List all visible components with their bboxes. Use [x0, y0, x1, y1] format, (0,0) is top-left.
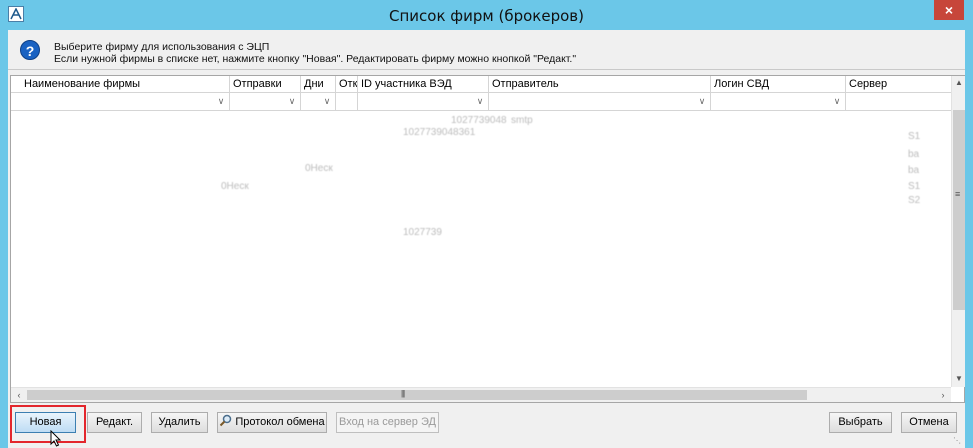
button-bar: Новая Редакт. Удалить Протокол обмена Вх…	[8, 405, 965, 448]
protocol-button[interactable]: Протокол обмена	[217, 412, 327, 433]
column-header-sender[interactable]: Отправитель	[489, 76, 711, 93]
blurred-cell: 0Неск	[221, 181, 249, 192]
filter-days[interactable]: ∨	[301, 93, 336, 111]
filter-row: ∨ ∨ ∨ ∨ ∨ ∨	[11, 93, 951, 128]
help-icon: ?	[20, 40, 40, 60]
column-header-otk[interactable]: Отк	[336, 76, 358, 93]
blurred-cell: 1027739048361	[403, 127, 476, 138]
grip-icon: ≡	[955, 189, 961, 199]
vertical-scroll-thumb[interactable]	[953, 110, 965, 310]
filter-server[interactable]	[846, 93, 951, 111]
grid-body[interactable]: 1027739048 smtp 1027739048361 0Неск 0Нес…	[11, 111, 951, 387]
chevron-down-icon[interactable]: ∨	[474, 95, 486, 108]
blurred-cell: smtp	[511, 115, 533, 126]
scroll-down-icon[interactable]: ▼	[952, 372, 966, 386]
scroll-right-icon[interactable]: ›	[936, 388, 950, 402]
mouse-pointer-icon	[50, 429, 62, 448]
column-header-svd-login[interactable]: Логин СВД	[711, 76, 846, 93]
blurred-cell: 1027739	[403, 227, 442, 238]
delete-button[interactable]: Удалить	[151, 412, 208, 433]
filter-svd-login[interactable]: ∨	[711, 93, 846, 111]
blurred-cell: ba	[908, 149, 920, 160]
chevron-down-icon[interactable]: ∨	[321, 95, 333, 108]
grip-icon: |||	[401, 389, 405, 398]
dialog-window: Список фирм (брокеров) × ? Выберите фирм…	[0, 0, 973, 448]
grid-header: Наименование фирмы Отправки Дни Отк ID у…	[11, 76, 951, 93]
chevron-down-icon[interactable]: ∨	[831, 95, 843, 108]
cancel-button[interactable]: Отмена	[901, 412, 957, 433]
new-button[interactable]: Новая	[15, 412, 76, 433]
scroll-left-icon[interactable]: ‹	[12, 388, 26, 402]
info-panel: ? Выберите фирму для использования с ЭЦП…	[8, 30, 965, 70]
chevron-down-icon[interactable]: ∨	[286, 95, 298, 108]
close-button[interactable]: ×	[934, 0, 964, 20]
column-header-sends[interactable]: Отправки	[230, 76, 301, 93]
info-text-line-1: Выберите фирму для использования с ЭЦП	[54, 41, 270, 53]
blurred-cell: 0Неск	[305, 163, 333, 174]
resize-grip-icon[interactable]: ⋱	[953, 436, 965, 448]
vertical-scrollbar[interactable]: ▲ ≡ ▼	[951, 76, 965, 387]
chevron-down-icon[interactable]: ∨	[215, 95, 227, 108]
select-button[interactable]: Выбрать	[829, 412, 892, 433]
filter-otk[interactable]	[336, 93, 358, 111]
column-header-ved-id[interactable]: ID участника ВЭД	[358, 76, 489, 93]
info-text-line-2: Если нужной фирмы в списке нет, нажмите …	[54, 53, 577, 65]
column-header-firm-name[interactable]: Наименование фирмы	[21, 76, 230, 93]
scroll-up-icon[interactable]: ▲	[952, 76, 966, 90]
filter-ved-id[interactable]: ∨	[358, 93, 489, 111]
window-title: Список фирм (брокеров)	[389, 7, 584, 25]
chevron-down-icon[interactable]: ∨	[696, 95, 708, 108]
column-header-server[interactable]: Сервер	[846, 76, 951, 93]
filter-sender[interactable]: ∨	[489, 93, 711, 111]
protocol-button-label: Протокол обмена	[235, 416, 325, 428]
column-header-days[interactable]: Дни	[301, 76, 336, 93]
blurred-cell: S1	[908, 181, 921, 192]
blurred-cell: S2	[908, 195, 921, 206]
magnifier-icon	[219, 414, 233, 427]
blurred-cell: S1	[908, 131, 921, 142]
login-server-button[interactable]: Вход на сервер ЭД	[336, 412, 439, 433]
blurred-cell: ba	[908, 165, 920, 176]
firms-grid[interactable]: Наименование фирмы Отправки Дни Отк ID у…	[10, 75, 965, 403]
blurred-cell: 1027739048	[451, 115, 507, 126]
horizontal-scroll-thumb[interactable]	[27, 390, 807, 400]
horizontal-scrollbar[interactable]: ‹ ||| ›	[11, 387, 951, 402]
filter-firm-name[interactable]: ∨	[21, 93, 230, 111]
filter-sends[interactable]: ∨	[230, 93, 301, 111]
edit-button[interactable]: Редакт.	[87, 412, 142, 433]
title-bar[interactable]: Список фирм (брокеров) ×	[0, 0, 973, 30]
dialog-body: ? Выберите фирму для использования с ЭЦП…	[8, 30, 965, 448]
